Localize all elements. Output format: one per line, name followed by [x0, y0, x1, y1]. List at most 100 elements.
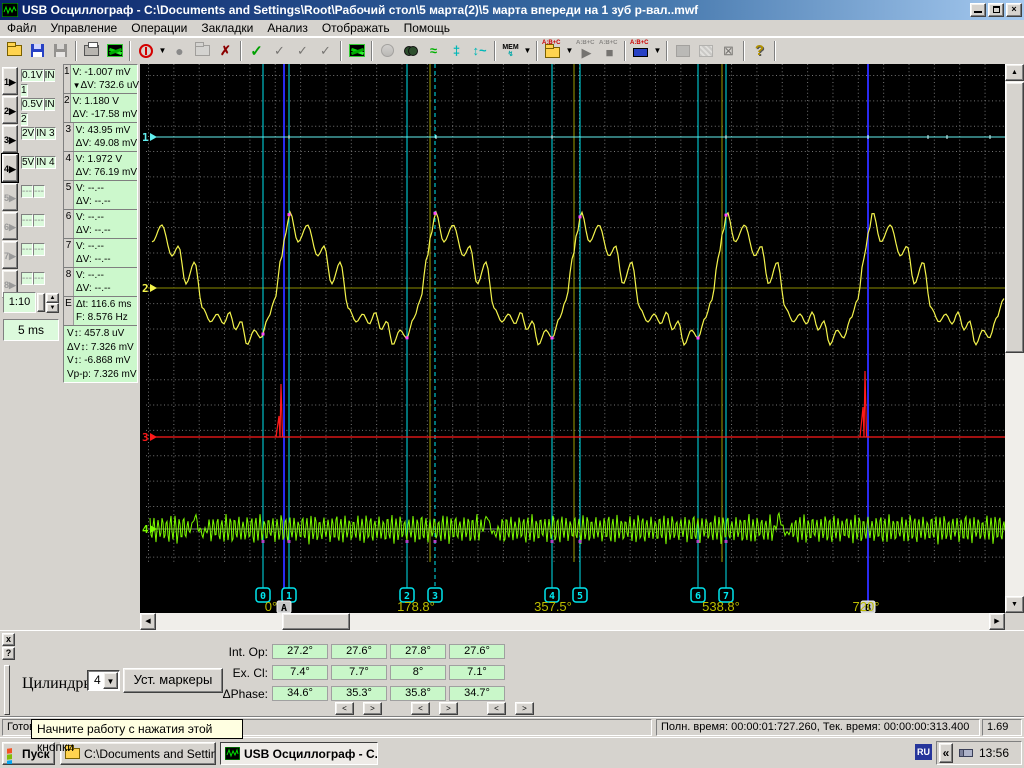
svg-text:720°: 720°	[853, 599, 880, 613]
horizontal-scrollbar[interactable]: ◀ ▶	[140, 613, 1005, 630]
menu-display[interactable]: Отображать	[315, 20, 397, 36]
capture-button[interactable]	[191, 40, 214, 62]
open-file-button[interactable]	[3, 40, 26, 62]
abc-open-dropdown[interactable]: ▼	[564, 40, 575, 62]
panel-close-button[interactable]: x	[2, 633, 15, 646]
minimize-button[interactable]	[970, 3, 986, 17]
menu-operations[interactable]: Операции	[124, 20, 194, 36]
cyl4-next-button[interactable]: >	[515, 702, 534, 715]
check-forward-button[interactable]: ✓	[314, 40, 337, 62]
tray-collapse-button[interactable]: «	[939, 743, 953, 763]
channel-6-range[interactable]: ---	[21, 214, 33, 227]
power-stop-button[interactable]	[134, 40, 157, 62]
menu-control[interactable]: Управление	[44, 20, 125, 36]
close-button[interactable]: ×	[1006, 3, 1022, 17]
menu-file[interactable]: Файл	[0, 20, 44, 36]
pane-button[interactable]	[671, 40, 694, 62]
channel-3-input[interactable]: IN 3	[35, 127, 56, 140]
check-down-button[interactable]: ✓	[268, 40, 291, 62]
abc-stop-button[interactable]: A:B+C ■	[598, 40, 621, 62]
channel-7-input[interactable]: ---	[33, 243, 45, 256]
channel-5-range[interactable]: ---	[21, 185, 33, 198]
apply-button[interactable]: ✓	[245, 40, 268, 62]
cyl4-prev-button[interactable]: <	[487, 702, 506, 715]
web-button[interactable]	[376, 40, 399, 62]
channel-6-button[interactable]: 6▶	[2, 212, 18, 240]
panel-drag-handle[interactable]	[4, 665, 10, 715]
xy-mode-button[interactable]	[345, 40, 368, 62]
channel-7-range[interactable]: ---	[21, 243, 33, 256]
menu-bookmarks[interactable]: Закладки	[194, 20, 260, 36]
vertical-scrollbar[interactable]: ▲ ▼	[1005, 64, 1024, 613]
abc-open-button[interactable]: A:B+C	[541, 40, 564, 62]
record-button[interactable]: ●	[168, 40, 191, 62]
channel-7-button[interactable]: 7▶	[2, 241, 18, 269]
channel-8-input[interactable]: ---	[33, 272, 45, 285]
timebase-field[interactable]: 5 ms	[3, 319, 59, 341]
vertical-markers-button[interactable]: ‡	[445, 40, 468, 62]
channel-4-range[interactable]: 5V	[21, 156, 36, 169]
restore-button[interactable]	[988, 3, 1004, 17]
horizontal-scroll-thumb[interactable]	[282, 613, 350, 630]
channel-6-input[interactable]: ---	[33, 214, 45, 227]
scroll-up-button[interactable]: ▲	[1005, 64, 1024, 81]
language-indicator[interactable]: RU	[915, 744, 932, 760]
channel-2-range[interactable]: 0.5V	[21, 98, 44, 111]
check-icon: ✓	[250, 42, 263, 60]
probe-down-button[interactable]: ▼	[46, 303, 59, 313]
menu-help[interactable]: Помощь	[397, 20, 457, 36]
abc-display-button[interactable]: A:B+C	[629, 40, 652, 62]
vertical-scroll-thumb[interactable]	[1005, 82, 1024, 353]
channel-5-input[interactable]: ---	[33, 185, 45, 198]
save-button[interactable]	[26, 40, 49, 62]
check-double-button[interactable]: ✓	[291, 40, 314, 62]
help-button[interactable]: ?	[748, 40, 771, 62]
pane-clear-button[interactable]: ⊠	[717, 40, 740, 62]
channel-4-button[interactable]: 4▶	[1, 153, 19, 183]
print-button[interactable]	[80, 40, 103, 62]
scroll-right-button[interactable]: ▶	[989, 613, 1005, 630]
abc-play-button[interactable]: A:B+C ▶	[575, 40, 598, 62]
task-explorer-window[interactable]: C:\Documents and Settin...	[60, 742, 216, 765]
memory-dropdown[interactable]: ▼	[522, 40, 533, 62]
delete-button[interactable]: ✗	[214, 40, 237, 62]
channel-3-button[interactable]: 3▶	[2, 125, 18, 153]
oscilloscope-icon	[225, 747, 240, 760]
probe-ratio-field[interactable]: 1:10	[3, 292, 36, 313]
toolbar-separator	[340, 40, 342, 61]
abc-display-dropdown[interactable]: ▼	[652, 40, 663, 62]
scroll-down-button[interactable]: ▼	[1005, 596, 1024, 613]
task-oscilloscope-window[interactable]: USB Осциллограф - C...	[220, 742, 378, 765]
memory-button[interactable]: MEM ↯	[499, 40, 522, 62]
panel-help-button[interactable]: ?	[2, 647, 15, 660]
probe-up-button[interactable]: ▲	[46, 293, 59, 303]
app-icon	[2, 3, 18, 17]
print-preview-button[interactable]	[103, 40, 126, 62]
channel-2-button[interactable]: 2▶	[2, 96, 18, 124]
channel-1-button[interactable]: 1▶	[2, 67, 18, 95]
cyl3-next-button[interactable]: >	[439, 702, 458, 715]
probe-small-button[interactable]	[37, 293, 45, 312]
channel-8-range[interactable]: ---	[21, 272, 33, 285]
scope-plot[interactable]: 12340 1 2 3 4 5 6 7A B0° 178.8° 357.5° 538.8° 720°	[140, 64, 1006, 614]
scope-display[interactable]: 1 2 3 4 0 1 2 3 4 5 6 7 A B 0° 178.8° 357.5° 538.8° 720°	[140, 64, 1006, 614]
cylinders-select[interactable]: 4 ▼	[87, 670, 120, 691]
clock: 13:56	[979, 746, 1010, 760]
channel-3-range[interactable]: 2V	[21, 127, 36, 140]
menu-analysis[interactable]: Анализ	[260, 20, 315, 36]
cyl2-next-button[interactable]: >	[363, 702, 382, 715]
save-as-button[interactable]	[49, 40, 72, 62]
cyl3-prev-button[interactable]: <	[411, 702, 430, 715]
cyl2-prev-button[interactable]: <	[335, 702, 354, 715]
channel-5-button[interactable]: 5▶	[2, 183, 18, 211]
power-dropdown[interactable]: ▼	[157, 40, 168, 62]
marker-curves-button[interactable]: ↕~	[468, 40, 491, 62]
channel-1-range[interactable]: 0.1V	[21, 69, 44, 82]
pane-pattern-button[interactable]	[694, 40, 717, 62]
combo-dropdown-icon[interactable]: ▼	[103, 672, 118, 689]
ex-cl-label: Ex. Cl:	[232, 666, 268, 680]
scroll-left-button[interactable]: ◀	[140, 613, 156, 630]
search-button[interactable]	[399, 40, 422, 62]
measure-signal-button[interactable]: ≈	[422, 40, 445, 62]
channel-4-input[interactable]: IN 4	[35, 156, 56, 169]
